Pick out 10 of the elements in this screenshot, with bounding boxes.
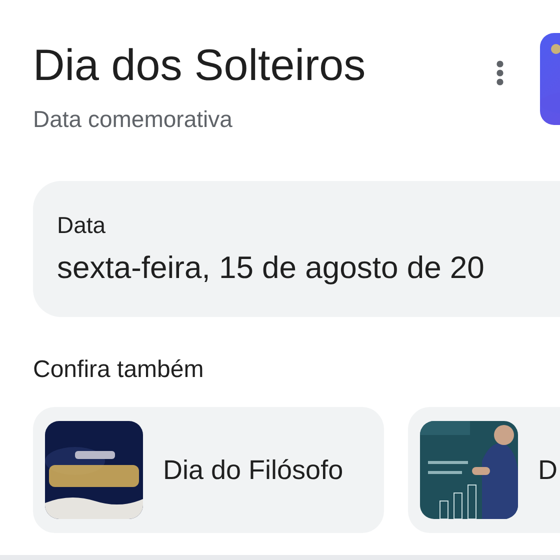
- section-heading: Confira também: [33, 355, 205, 385]
- subtitle: Data comemorativa: [33, 105, 234, 133]
- date-value: sexta-feira, 15 de agosto de 20: [57, 249, 486, 287]
- card-title: Dia do Filósofo: [163, 454, 344, 486]
- page-title: Dia dos Solteiros: [33, 41, 367, 91]
- card-title: D: [538, 454, 558, 486]
- more-icon: [496, 60, 504, 86]
- date-label: Data: [57, 211, 107, 239]
- related-card[interactable]: D: [408, 407, 560, 533]
- related-card[interactable]: Dia do Filósofo: [33, 407, 384, 533]
